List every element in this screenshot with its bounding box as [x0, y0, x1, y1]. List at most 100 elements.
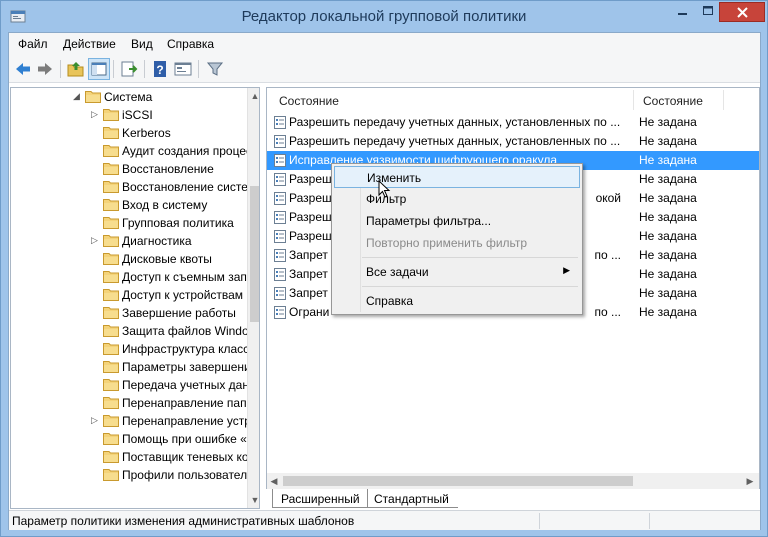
tree-item[interactable]: Групповая политика: [11, 214, 247, 232]
folder-icon: [103, 342, 119, 355]
menu-action[interactable]: Действие: [63, 37, 116, 51]
tree-item[interactable]: Аудит создания процесс: [11, 142, 258, 160]
back-icon: [16, 63, 30, 75]
policy-setting-icon: [273, 286, 287, 301]
menu-help[interactable]: Справка: [167, 37, 214, 51]
filter-button[interactable]: [204, 58, 226, 80]
tree-item[interactable]: Доступ к устройствам E: [11, 286, 254, 304]
setting-name: Разрешить передачу учетных данных, устан…: [289, 134, 621, 148]
back-button[interactable]: [12, 58, 34, 80]
scroll-right-icon[interactable]: ▶: [743, 473, 757, 489]
tree-item-label: Групповая политика: [122, 216, 234, 230]
tree-item[interactable]: ▷ Диагностика: [11, 232, 247, 250]
context-help[interactable]: Справка: [334, 290, 580, 312]
tree-item[interactable]: Доступ к съемным запо: [11, 268, 254, 286]
up-folder-button[interactable]: [65, 58, 87, 80]
forward-button[interactable]: [34, 58, 56, 80]
toolbar-separator: [113, 60, 114, 78]
folder-icon: [103, 468, 119, 481]
folder-icon: [103, 180, 119, 193]
toolbar: ?: [9, 55, 760, 83]
folder-icon: [103, 108, 119, 121]
table-row[interactable]: Разрешить передачу учетных данных, устан…: [267, 113, 759, 132]
context-menu: Изменить Фильтр Параметры фильтра... Повтор…: [331, 163, 583, 315]
context-item-label: Все задачи: [366, 265, 429, 279]
column-header-state[interactable]: Состояние: [643, 88, 703, 112]
maximize-button[interactable]: [695, 2, 721, 21]
tree-item-label: Система: [104, 90, 153, 104]
scroll-down-icon[interactable]: ▼: [248, 492, 259, 508]
scrollbar-thumb[interactable]: [283, 476, 633, 486]
minimize-icon: [678, 13, 687, 15]
expand-arrow-icon[interactable]: ▷: [91, 109, 101, 119]
tree-item-label: Аудит создания процесс: [122, 144, 259, 158]
tree-item-label: Вход в систему: [122, 198, 208, 212]
setting-name-tail: по ...: [594, 305, 621, 319]
tree-pane[interactable]: ◢ Система ▷ iSCSI Kerberos Аудит создания про…: [10, 87, 260, 509]
title-bar[interactable]: Редактор локальной групповой политики: [1, 1, 767, 33]
tree-item[interactable]: ▷ Перенаправление устро: [11, 412, 258, 430]
tree-item-label: Профили пользователе: [122, 468, 254, 482]
tree-item[interactable]: Перенаправление папо: [11, 394, 253, 412]
table-row[interactable]: Разрешить передачу учетных данных, устан…: [267, 132, 759, 151]
tree-item[interactable]: Завершение работы: [11, 304, 247, 322]
close-button[interactable]: [719, 2, 765, 22]
scroll-up-icon[interactable]: ▲: [248, 88, 259, 104]
expand-arrow-icon[interactable]: ▷: [91, 415, 101, 425]
folder-icon: [103, 216, 119, 229]
folder-icon: [103, 162, 119, 175]
folder-icon: [103, 396, 119, 409]
tree-item[interactable]: Инфраструктура класси: [11, 340, 256, 358]
tree-item-label: Перенаправление папо: [122, 396, 254, 410]
column-separator[interactable]: [723, 90, 724, 110]
show-hide-tree-icon: [91, 62, 107, 76]
help-icon: ?: [154, 61, 166, 77]
tree-vertical-scrollbar[interactable]: ▲ ▼: [247, 88, 259, 508]
context-filter[interactable]: Фильтр: [334, 188, 580, 210]
tree-item[interactable]: ▷ iSCSI: [11, 106, 247, 124]
help-button[interactable]: ?: [149, 58, 171, 80]
open-folder-icon: [85, 90, 101, 103]
context-edit[interactable]: Изменить: [334, 166, 580, 188]
column-separator[interactable]: [633, 90, 634, 110]
folder-icon: [103, 414, 119, 427]
tree-item[interactable]: Восстановление систем: [11, 178, 256, 196]
setting-state: Не задана: [639, 210, 697, 224]
tree-item[interactable]: Дисковые квоты: [11, 250, 247, 268]
tree-item[interactable]: ◢ Система: [11, 88, 247, 106]
tree-item[interactable]: Профили пользователе: [11, 466, 254, 484]
context-filter-options[interactable]: Параметры фильтра...: [334, 210, 580, 232]
tree-item[interactable]: Помощь при ошибке «: [11, 430, 247, 448]
scroll-left-icon[interactable]: ◀: [267, 473, 281, 489]
tree-item[interactable]: Вход в систему: [11, 196, 247, 214]
policy-setting-icon: [273, 210, 287, 225]
scrollbar-thumb[interactable]: [250, 186, 259, 322]
tab-extended[interactable]: Расширенный: [272, 489, 368, 508]
tree-item[interactable]: Восстановление: [11, 160, 247, 178]
expanded-arrow-icon[interactable]: ◢: [73, 91, 83, 101]
menu-file[interactable]: Файл: [18, 37, 48, 51]
setting-state: Не задана: [639, 305, 697, 319]
setting-state: Не задана: [639, 115, 697, 129]
tab-standard[interactable]: Стандартный: [368, 489, 458, 508]
expand-arrow-icon[interactable]: ▷: [91, 235, 101, 245]
tree-item[interactable]: Поставщик теневых коп: [11, 448, 255, 466]
toolbar-separator: [198, 60, 199, 78]
tree-item[interactable]: Защита файлов Window: [11, 322, 257, 340]
list-horizontal-scrollbar[interactable]: ◀ ▶: [267, 473, 759, 489]
tree-item[interactable]: Передача учетных данн: [11, 376, 256, 394]
show-hide-tree-button[interactable]: [88, 58, 110, 80]
tree-item[interactable]: Параметры завершения: [11, 358, 257, 376]
menu-view[interactable]: Вид: [131, 37, 153, 51]
export-list-button[interactable]: [118, 58, 140, 80]
minimize-button[interactable]: [669, 2, 695, 21]
column-header-setting[interactable]: Состояние: [279, 88, 339, 112]
properties-button[interactable]: [172, 58, 194, 80]
folder-icon: [103, 450, 119, 463]
tree-item[interactable]: Kerberos: [11, 124, 247, 142]
context-all-tasks[interactable]: Все задачи ▶: [334, 261, 580, 283]
